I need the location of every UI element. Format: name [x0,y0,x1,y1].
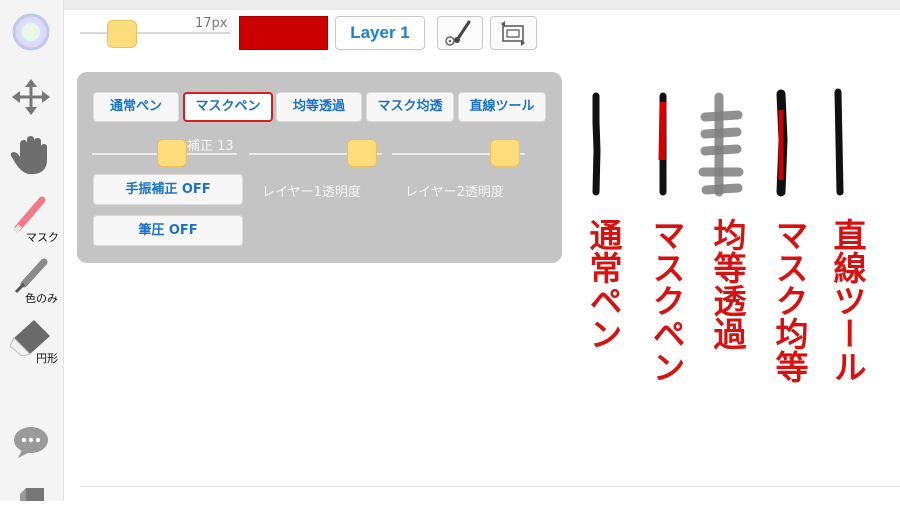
layers-icon [20,488,44,501]
layer1-opacity-slider-knob[interactable] [347,139,377,167]
pen-mode-button[interactable]: 直線ツール [458,92,546,122]
brush-size-slider-track[interactable] [80,32,230,34]
mask-pen-stroke-overlay [658,101,667,161]
demo-label: 均等透過 [708,218,747,350]
layer2-opacity-label: レイヤー2透明度 [405,185,504,200]
brush-size-slider-knob[interactable] [107,20,137,48]
color-wheel-button[interactable] [0,12,64,52]
brush-size-label: 17px [195,16,228,31]
pressure-toggle-button[interactable]: 筆圧 OFF [93,215,243,246]
hand-icon [10,136,48,174]
sidebar-item-label: 円形 [36,352,58,365]
transform-icon [501,21,525,46]
layer-button[interactable]: Layer 1 [335,16,425,50]
pen-mode-button[interactable]: マスクペン [183,92,273,122]
bottom-tool-button[interactable] [0,482,64,501]
layer1-opacity-label: レイヤー1透明度 [262,185,361,200]
correction-label: 補正 13 [187,139,234,154]
sidebar-item-label: 色のみ [25,292,58,305]
color-wheel-icon [12,13,50,51]
brush-settings-icon [445,20,471,46]
chat-button[interactable] [0,424,64,460]
eyedropper-icon [14,258,48,294]
color-swatch-button[interactable] [239,16,328,50]
line-tool-stroke [834,88,844,196]
eraser-tool-button[interactable]: 円形 [0,316,64,368]
demo-label: 直線ツール [828,218,867,383]
correction-slider-knob[interactable] [157,139,187,167]
layer2-opacity-slider-knob[interactable] [490,139,520,167]
transform-button[interactable] [490,16,537,50]
move-arrows-icon [12,79,50,115]
sidebar-item-label: マスク [26,231,59,244]
demo-label: マスクペン [647,218,686,383]
left-toolbar: マスク 色のみ 円形 [0,0,64,501]
pen-mode-button[interactable]: 通常ペン [93,92,179,122]
pen-mode-button[interactable]: マスク均透 [366,92,454,122]
top-strip [0,0,900,10]
speech-bubble-icon [14,427,48,458]
mask-pen-tool-button[interactable]: マスク [0,196,64,246]
stabilizer-toggle-button[interactable]: 手振補正 OFF [93,174,243,205]
uniform-transparent-stroke [698,92,744,197]
eyedropper-tool-button[interactable]: 色のみ [0,256,64,308]
hand-tool-button[interactable] [0,134,64,176]
canvas-bottom-edge [80,486,900,487]
pen-mode-button[interactable]: 均等透過 [276,92,362,122]
pen-settings-panel: 通常ペン マスクペン 均等透過 マスク均透 直線ツール 補正 13 レイヤー1透明度 レ… [77,72,562,263]
stroke-demo [592,88,844,197]
normal-pen-stroke [592,92,601,196]
demo-label: マスク均等 [770,218,809,383]
move-tool-button[interactable] [0,78,64,116]
demo-label: 通常ペン [584,218,623,350]
brush-settings-button[interactable] [437,16,483,50]
